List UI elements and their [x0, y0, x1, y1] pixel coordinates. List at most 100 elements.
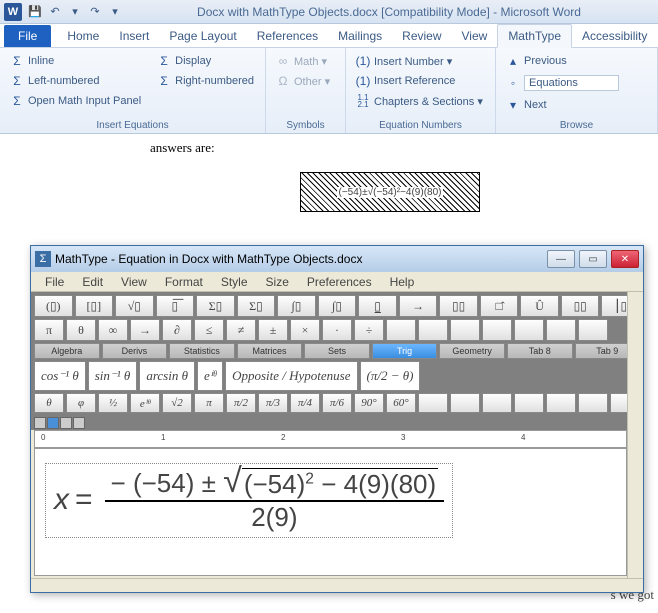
symbol-button[interactable]: ± — [258, 319, 288, 341]
symbol-button[interactable]: · — [322, 319, 352, 341]
small-symbol-button[interactable]: π/6 — [322, 393, 352, 413]
tab-file[interactable]: File — [4, 25, 51, 47]
category-tab-matrices[interactable]: Matrices — [237, 343, 303, 359]
category-tab-algebra[interactable]: Algebra — [34, 343, 100, 359]
small-symbol-button[interactable]: θ — [34, 393, 64, 413]
palette-button[interactable]: ▯͞ — [156, 295, 195, 317]
small-symbol-empty[interactable] — [482, 393, 512, 413]
btn-insert-number[interactable]: (1)Insert Number ▾ — [354, 52, 485, 70]
tab-page-layout[interactable]: Page Layout — [159, 25, 246, 47]
vertical-scrollbar[interactable] — [627, 292, 643, 578]
palette-button[interactable]: ▯▯ — [561, 295, 600, 317]
size-toggle[interactable] — [47, 417, 59, 429]
small-symbol-button[interactable]: φ — [66, 393, 96, 413]
tab-home[interactable]: Home — [57, 25, 109, 47]
size-toggle[interactable] — [73, 417, 85, 429]
equation-object-selected[interactable]: (−54)±√(−54)²−4(9)(80) — [300, 172, 480, 212]
browse-select[interactable]: ◦Equations — [504, 73, 621, 93]
equation-canvas[interactable]: x = − (−54) ± √ (−54)2 − 4(9)(80) 2(9) — [34, 448, 627, 576]
template-button[interactable]: Opposite / Hypotenuse — [225, 361, 357, 391]
template-button[interactable]: sin⁻¹ θ — [88, 361, 138, 391]
menu-format[interactable]: Format — [157, 274, 211, 289]
category-tab-tab8[interactable]: Tab 8 — [507, 343, 573, 359]
menu-view[interactable]: View — [113, 274, 155, 289]
symbol-button-empty[interactable] — [386, 319, 416, 341]
btn-open-math-input-panel[interactable]: ΣOpen Math Input Panel — [8, 92, 143, 110]
palette-button[interactable]: ∫▯ — [318, 295, 357, 317]
btn-chapters-sections[interactable]: 1.1 2.1Chapters & Sections ▾ — [354, 92, 485, 110]
small-symbol-button[interactable]: eⁱᶿ — [130, 393, 160, 413]
tab-mailings[interactable]: Mailings — [328, 25, 392, 47]
equation[interactable]: x = − (−54) ± √ (−54)2 − 4(9)(80) 2(9) — [45, 463, 453, 538]
menu-edit[interactable]: Edit — [74, 274, 111, 289]
small-symbol-empty[interactable] — [418, 393, 448, 413]
symbol-button-empty[interactable] — [514, 319, 544, 341]
template-button[interactable]: eⁱᶿ — [197, 361, 223, 391]
small-symbol-button[interactable]: π/3 — [258, 393, 288, 413]
tab-review[interactable]: Review — [392, 25, 451, 47]
palette-button[interactable]: (▯) — [34, 295, 73, 317]
menu-size[interactable]: Size — [258, 274, 297, 289]
palette-button[interactable]: □̂ — [480, 295, 519, 317]
symbol-button-empty[interactable] — [450, 319, 480, 341]
document-area[interactable]: answers are: (−54)±√(−54)²−4(9)(80) — [0, 134, 658, 212]
mathtype-title-bar[interactable]: Σ MathType - Equation in Docx with MathT… — [31, 246, 643, 272]
palette-button[interactable]: Σ▯ — [237, 295, 276, 317]
palette-button[interactable]: Û — [520, 295, 559, 317]
small-symbol-empty[interactable] — [546, 393, 576, 413]
category-tab-geometry[interactable]: Geometry — [439, 343, 505, 359]
symbol-button[interactable]: × — [290, 319, 320, 341]
small-symbol-button[interactable]: 90° — [354, 393, 384, 413]
category-tab-sets[interactable]: Sets — [304, 343, 370, 359]
menu-preferences[interactable]: Preferences — [299, 274, 380, 289]
qat-dd2-icon[interactable]: ▾ — [106, 3, 124, 21]
symbol-button-empty[interactable] — [482, 319, 512, 341]
category-tab-statistics[interactable]: Statistics — [169, 343, 235, 359]
btn-display[interactable]: ΣDisplay — [155, 52, 256, 70]
symbol-button-empty[interactable] — [418, 319, 448, 341]
symbol-button-empty[interactable] — [546, 319, 576, 341]
palette-button[interactable]: ▯̲ — [358, 295, 397, 317]
small-symbol-button[interactable]: ½ — [98, 393, 128, 413]
maximize-button[interactable]: ▭ — [579, 250, 607, 268]
small-symbol-button[interactable]: π — [194, 393, 224, 413]
btn-right-numbered[interactable]: ΣRight-numbered — [155, 72, 256, 90]
small-symbol-button[interactable]: π/2 — [226, 393, 256, 413]
tab-references[interactable]: References — [247, 25, 328, 47]
symbol-button[interactable]: ≤ — [194, 319, 224, 341]
btn-previous[interactable]: ▴Previous — [504, 52, 621, 70]
small-symbol-button[interactable]: 60° — [386, 393, 416, 413]
category-tab-trig[interactable]: Trig — [372, 343, 438, 359]
tab-accessibility[interactable]: Accessibility — [572, 25, 657, 47]
menu-file[interactable]: File — [37, 274, 72, 289]
small-symbol-button[interactable]: π/4 — [290, 393, 320, 413]
palette-button[interactable]: → — [399, 295, 438, 317]
qat-redo-icon[interactable]: ↷ — [86, 3, 104, 21]
menu-style[interactable]: Style — [213, 274, 256, 289]
qat-save-icon[interactable]: 💾 — [26, 3, 44, 21]
palette-button[interactable]: ▯▯ — [439, 295, 478, 317]
palette-button[interactable]: [▯] — [75, 295, 114, 317]
palette-button[interactable]: Σ▯ — [196, 295, 235, 317]
category-tab-derivs[interactable]: Derivs — [102, 343, 168, 359]
palette-button[interactable]: √▯ — [115, 295, 154, 317]
btn-math-symbols[interactable]: ∞Math ▾ — [274, 52, 332, 70]
ruler[interactable]: 0 1 2 3 4 — [34, 430, 627, 448]
small-symbol-empty[interactable] — [450, 393, 480, 413]
size-toggle[interactable] — [60, 417, 72, 429]
template-button[interactable]: arcsin θ — [139, 361, 195, 391]
tab-mathtype[interactable]: MathType — [497, 24, 572, 48]
symbol-button[interactable]: ∞ — [98, 319, 128, 341]
small-symbol-button[interactable]: √2 — [162, 393, 192, 413]
symbol-button[interactable]: θ — [66, 319, 96, 341]
btn-insert-reference[interactable]: (1)Insert Reference — [354, 72, 485, 90]
btn-next[interactable]: ▾Next — [504, 96, 621, 114]
qat-undo-icon[interactable]: ↶ — [46, 3, 64, 21]
qat-dd1-icon[interactable]: ▾ — [66, 3, 84, 21]
btn-other-symbols[interactable]: ΩOther ▾ — [274, 72, 332, 90]
tab-insert[interactable]: Insert — [109, 25, 159, 47]
symbol-button-empty[interactable] — [578, 319, 608, 341]
symbol-button[interactable]: → — [130, 319, 160, 341]
size-toggle[interactable] — [34, 417, 46, 429]
symbol-button[interactable]: ÷ — [354, 319, 384, 341]
